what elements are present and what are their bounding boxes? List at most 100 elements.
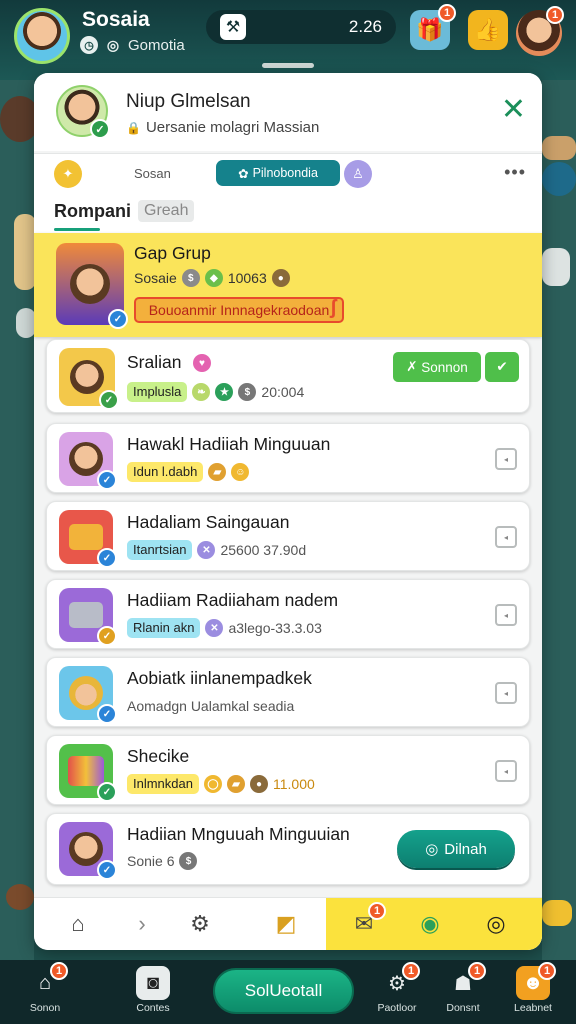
list-item[interactable]: ✓ Hadiian Mnguuah Minguuian Sonie 6 $ ◎ … bbox=[46, 813, 530, 885]
close-icon[interactable]: ✕ bbox=[501, 95, 526, 125]
nav-camera[interactable]: ◙ Contes bbox=[118, 966, 188, 1014]
map-icon[interactable]: ◩ bbox=[270, 908, 302, 940]
token-icon: ● bbox=[271, 269, 290, 287]
list-item[interactable]: ✓ Hadaliam Saingauan Itanrtsian ✕ 25600 … bbox=[46, 501, 530, 571]
nav-label: Sonon bbox=[29, 1002, 61, 1014]
gem-icon: ◆ bbox=[204, 269, 223, 287]
action-button[interactable]: ✗ Sonnon bbox=[393, 352, 481, 382]
nav-friends[interactable]: ☗ 1 Donsnt bbox=[428, 962, 498, 1014]
tab-active-pill[interactable]: ✿ Pilnobondia bbox=[216, 160, 340, 186]
nav-home[interactable]: ⌂ 1 Sonon bbox=[10, 962, 80, 1014]
list-item[interactable]: ✓ Hawakl Hadiiah Minguuan Idun l.dabh ▰ … bbox=[46, 423, 530, 493]
list-item[interactable]: ✓ Shecike Inlmnkdan ◯ ▰ ● 11.000 ◂ bbox=[46, 735, 530, 805]
list-item-value: 10063 bbox=[227, 270, 267, 286]
list-item-title: Gap Grup bbox=[134, 243, 211, 263]
safe-box-icon bbox=[69, 602, 103, 628]
sparkle-icon[interactable]: ✦ bbox=[54, 160, 82, 188]
gear-icon[interactable]: ⚙ bbox=[184, 908, 216, 940]
action-button-label: Sonnon bbox=[421, 359, 468, 375]
verified-icon: ✓ bbox=[97, 548, 117, 568]
thumbs-up-icon: ✔ bbox=[496, 359, 508, 374]
home-icon[interactable]: ⌂ bbox=[62, 908, 94, 940]
lock-icon: 🔒 bbox=[126, 120, 141, 135]
action-button[interactable]: ◎ Dilnah bbox=[397, 830, 515, 868]
section-chip[interactable]: Greah bbox=[138, 200, 195, 222]
verified-icon: ✓ bbox=[97, 470, 117, 490]
list-item-title: Hawakl Hadiiah Minguuan bbox=[127, 434, 331, 454]
verified-icon: ✓ bbox=[108, 309, 128, 329]
flame-icon: ʃ bbox=[330, 297, 337, 319]
gold-bar-icon: ▰ bbox=[226, 775, 245, 793]
gift-icon[interactable]: 🎁 1 bbox=[410, 4, 456, 50]
drag-handle[interactable] bbox=[262, 63, 314, 68]
item-thumbnail: ✓ bbox=[59, 744, 117, 802]
list-item-title: Hadiian Mnguuah Minguuian bbox=[127, 824, 350, 844]
smiley-coin-icon: ☺ bbox=[231, 463, 250, 481]
section-underline bbox=[54, 228, 100, 231]
list-item-title: Hadaliam Saingauan bbox=[127, 512, 290, 532]
tab-sosan[interactable]: Sosan bbox=[134, 166, 171, 181]
background-coin-pile bbox=[542, 900, 572, 926]
list-item-meta: Inlmnkdan ◯ ▰ ● 11.000 bbox=[127, 774, 315, 794]
list-item-title: Sralian bbox=[127, 352, 182, 372]
list-item[interactable]: ✓ Aobiatk iinlanempadkek Aomadgn Ualamka… bbox=[46, 657, 530, 727]
list-item-chip: Idun l.dabh bbox=[127, 462, 204, 482]
player-subtitle: ◷ ◎ Gomotia bbox=[80, 36, 185, 54]
tool-time-pill[interactable]: ⚒ 2.26 bbox=[206, 10, 396, 44]
list-item-meta: Sosaie $ ◆ 10063 ● bbox=[134, 269, 290, 287]
person-icon[interactable]: ♙ bbox=[344, 160, 372, 188]
select-checkbox[interactable]: ◂ bbox=[495, 448, 517, 470]
item-thumbnail: ✓ bbox=[59, 588, 117, 646]
select-checkbox[interactable]: ◂ bbox=[495, 604, 517, 626]
modal-subtitle: 🔒 Uersanie molagri Massian bbox=[126, 119, 319, 136]
player-avatar[interactable] bbox=[14, 8, 70, 64]
coin-icon: $ bbox=[179, 852, 198, 870]
list-item-chip: Implusla bbox=[127, 382, 188, 402]
puzzle-icon: ✿ bbox=[238, 166, 249, 181]
more-options-icon[interactable]: ••• bbox=[504, 162, 526, 183]
trophy-icon: ☻ 1 bbox=[516, 962, 556, 1000]
like-button[interactable]: ✔ bbox=[485, 352, 519, 382]
nav-label: Paotloor bbox=[377, 1002, 417, 1014]
gold-bar-icon: ▰ bbox=[208, 463, 227, 481]
list-item[interactable]: ✓ Hadiiam Radiiaham nadem Rlanin akn ✕ a… bbox=[46, 579, 530, 649]
main-action-button[interactable]: SolUeotall bbox=[213, 968, 354, 1014]
tab-active-label: Pilnobondia bbox=[252, 166, 318, 180]
list-item[interactable]: ✓ Sralian ♥ Implusla ❧ ★ $ 20:004 ✗ Sonn… bbox=[46, 339, 530, 413]
character-face bbox=[70, 264, 110, 304]
verified-icon: ✓ bbox=[97, 860, 117, 880]
coin-icon: $ bbox=[181, 269, 200, 287]
nav-leaderboard[interactable]: ☻ 1 Leabnet bbox=[498, 962, 568, 1014]
star-icon: ★ bbox=[215, 383, 234, 401]
list-item-meta: Sonie 6 $ bbox=[127, 852, 198, 870]
event-banner[interactable]: Bouoanmir Innnagekraodoan bbox=[134, 297, 344, 323]
record-icon[interactable]: ◎ bbox=[480, 908, 512, 940]
character-face bbox=[70, 360, 104, 394]
section-title[interactable]: Rompani bbox=[54, 201, 131, 222]
camera-icon: ◙ bbox=[136, 966, 170, 1000]
leaf-icon: ❧ bbox=[192, 383, 211, 401]
list-item-highlighted[interactable]: ✓ Gap Grup Sosaie $ ◆ 10063 ● Bouoanmir … bbox=[34, 233, 542, 337]
top-status-bar: Sosaia ◷ ◎ Gomotia ⚒ 2.26 🎁 1 👍 1 bbox=[0, 0, 576, 70]
select-checkbox[interactable]: ◂ bbox=[495, 760, 517, 782]
background-panel bbox=[542, 248, 570, 286]
background-building bbox=[14, 214, 36, 290]
thumbs-up-icon[interactable]: 👍 bbox=[468, 10, 508, 50]
friend-badge: 1 bbox=[546, 6, 564, 24]
list-item-meta: Implusla ❧ ★ $ 20:004 bbox=[127, 382, 304, 402]
gift-box-icon bbox=[68, 756, 104, 786]
footer-badge: 1 bbox=[368, 902, 386, 920]
nav-settings[interactable]: ⚙ 1 Paotloor bbox=[362, 962, 432, 1014]
select-checkbox[interactable]: ◂ bbox=[495, 526, 517, 548]
gold-coin-icon: ◯ bbox=[203, 775, 222, 793]
nav-badge: 1 bbox=[538, 962, 556, 980]
nav-label: Donsnt bbox=[446, 1002, 480, 1014]
item-thumbnail: ✓ bbox=[59, 822, 117, 880]
heart-icon: ♥ bbox=[193, 354, 211, 372]
game-background-left bbox=[0, 80, 34, 960]
select-checkbox[interactable]: ◂ bbox=[495, 682, 517, 704]
refresh-icon[interactable]: ◉ bbox=[414, 908, 446, 940]
mailbox-icon[interactable]: ✉ 1 bbox=[348, 902, 386, 940]
chevron-right-icon[interactable]: › bbox=[126, 908, 158, 940]
friend-avatar[interactable]: 1 bbox=[516, 6, 564, 56]
